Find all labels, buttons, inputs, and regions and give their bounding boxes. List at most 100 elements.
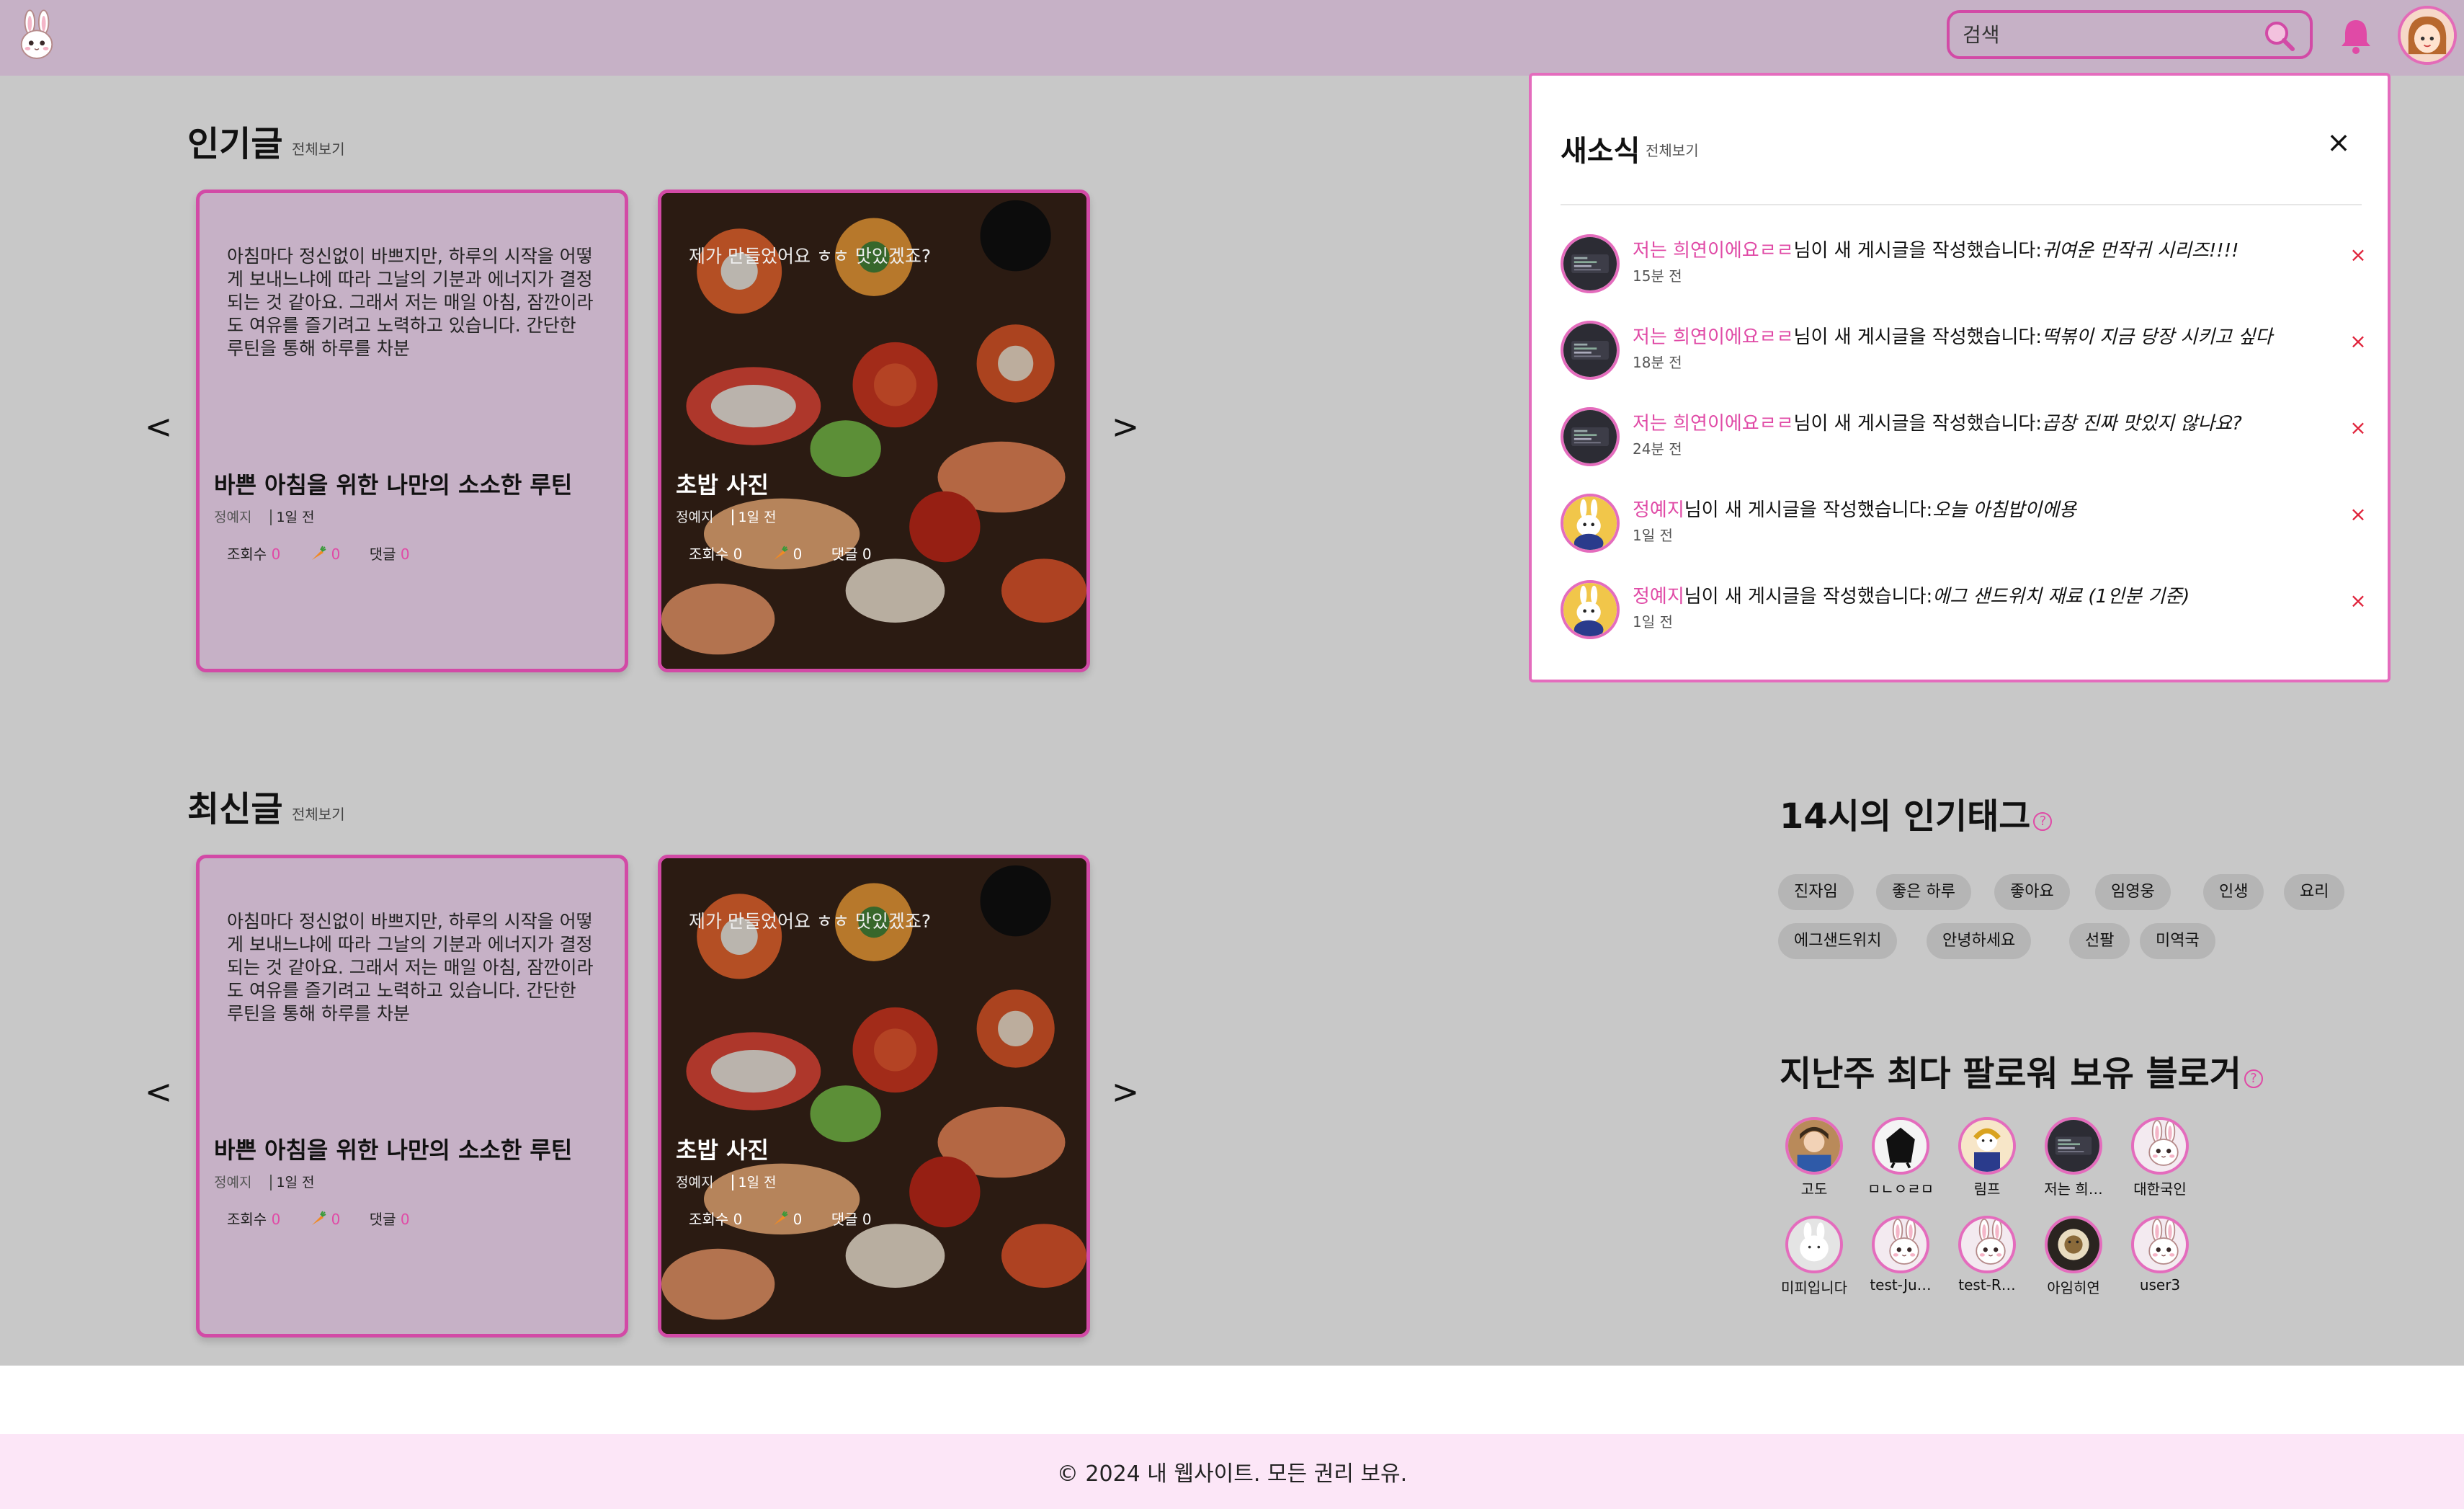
post-time: 1일 전 (732, 1175, 777, 1190)
latest-title: 최신글 (187, 789, 283, 829)
tag-chip[interactable]: 진자임 (1778, 874, 1854, 910)
notification-avatar (1561, 234, 1620, 293)
notification-item[interactable]: 정예지님이 새 게시글을 작성했습니다:에그 샌드위치 재료 (1인분 기준) … (1561, 580, 2367, 652)
notification-post[interactable]: 떡볶이 지금 당장 시키고 싶다 (2042, 326, 2272, 348)
tag-chip[interactable]: 선팔 (2069, 923, 2130, 959)
notification-avatar (1561, 494, 1620, 553)
delete-icon[interactable]: × (2347, 502, 2369, 526)
blogger-avatar (1872, 1117, 1929, 1175)
blogger-name: test-Ju… (1870, 1276, 1932, 1294)
help-icon[interactable]: ? (2244, 1069, 2263, 1088)
blogger-item[interactable]: user3 (2117, 1216, 2203, 1294)
divider (1561, 204, 2362, 205)
tag-chip[interactable]: 안녕하세요 (1927, 923, 2032, 959)
blogger-avatar (1785, 1117, 1843, 1175)
post-stats: 조회수 0 0 댓글 0 (227, 543, 434, 564)
notification-post[interactable]: 오늘 아침밥이에용 (1932, 499, 2076, 521)
latest-next-button[interactable]: > (1111, 1072, 1140, 1111)
post-card[interactable]: 아침마다 정신없이 바쁘지만, 하루의 시작을 어떻게 보내느냐에 따라 그날의… (196, 855, 628, 1337)
notification-panel: 새소식 전체보기 × 저는 희연이에요ㄹㄹ님이 새 게시글을 작성했습니다:귀여… (1529, 73, 2391, 682)
notification-text: 저는 희연이에요ㄹㄹ님이 새 게시글을 작성했습니다:곱창 진짜 맛있지 않나요… (1633, 409, 2242, 435)
bunny-logo-icon[interactable] (16, 7, 58, 68)
tag-chip[interactable]: 임영웅 (2095, 874, 2171, 910)
notification-user[interactable]: 정예지 (1633, 586, 1684, 607)
post-time: 1일 전 (270, 1175, 315, 1190)
notification-item[interactable]: 저는 희연이에요ㄹㄹ님이 새 게시글을 작성했습니다:귀여운 먼작귀 시리즈!!… (1561, 234, 2367, 306)
blogger-avatar (2045, 1117, 2102, 1175)
close-icon[interactable]: × (2324, 126, 2353, 159)
blogger-item[interactable]: 저는 희… (2030, 1117, 2117, 1198)
popular-prev-button[interactable]: < (144, 407, 173, 446)
popular-more-link[interactable]: 전체보기 (292, 138, 345, 159)
delete-icon[interactable]: × (2347, 243, 2369, 267)
post-card[interactable]: 아침마다 정신없이 바쁘지만, 하루의 시작을 어떻게 보내느냐에 따라 그날의… (196, 190, 628, 672)
latest-prev-button[interactable]: < (144, 1072, 173, 1111)
search-icon[interactable] (2262, 19, 2297, 53)
notification-post[interactable]: 귀여운 먼작귀 시리즈!!!! (2042, 240, 2239, 262)
delete-icon[interactable]: × (2347, 589, 2369, 613)
tag-chip[interactable]: 미역국 (2140, 923, 2215, 959)
notification-post[interactable]: 곱창 진짜 맛있지 않나요? (2042, 413, 2242, 435)
tag-chip[interactable]: 요리 (2284, 874, 2345, 910)
tag-chip[interactable]: 에그샌드위치 (1778, 923, 1898, 959)
footer: © 2024 내 웹사이트. 모든 권리 보유. (0, 1434, 2464, 1509)
tag-chip[interactable]: 인생 (2203, 874, 2264, 910)
latest-more-link[interactable]: 전체보기 (292, 803, 345, 824)
tags-title-text: 14시의 인기태그 (1780, 796, 2031, 837)
blogger-name: 미피입니다 (1781, 1279, 1847, 1296)
blogger-item[interactable]: 대한국인 (2117, 1117, 2203, 1198)
notification-avatar (1561, 407, 1620, 466)
blogger-name: 저는 희… (2044, 1180, 2103, 1198)
notification-user[interactable]: 저는 희연이에요ㄹㄹ (1633, 413, 1794, 435)
bell-icon[interactable] (2337, 16, 2375, 56)
notification-time: 1일 전 (1633, 527, 1673, 544)
notification-more-link[interactable]: 전체보기 (1646, 139, 1699, 160)
tag-chip[interactable]: 좋아요 (1994, 874, 2070, 910)
notification-item[interactable]: 정예지님이 새 게시글을 작성했습니다:오늘 아침밥이에용 1일 전 × (1561, 494, 2367, 566)
post-meta: 정예지 1일 전 (214, 1172, 315, 1191)
carrot-icon (310, 545, 327, 562)
post-card[interactable]: 제가 만들었어요 ㅎㅎ 맛있겠죠? 초밥 사진 정예지 1일 전 조회수 0 0 … (658, 855, 1090, 1337)
blogger-avatar (1958, 1216, 2016, 1273)
notification-user[interactable]: 정예지 (1633, 499, 1684, 521)
blogger-item[interactable]: 고도 (1771, 1117, 1857, 1198)
notification-time: 24분 전 (1633, 440, 1682, 458)
blogger-name: 대한국인 (2133, 1180, 2187, 1198)
blogger-item[interactable]: ㅁㄴㅇㄹㅁ (1857, 1117, 1944, 1198)
post-author: 정예지 (214, 1175, 252, 1190)
popular-next-button[interactable]: > (1111, 407, 1140, 446)
post-title: 바쁜 아침을 위한 나만의 소소한 루틴 (214, 471, 573, 499)
blogger-avatar (1872, 1216, 1929, 1273)
notification-item[interactable]: 저는 희연이에요ㄹㄹ님이 새 게시글을 작성했습니다:곱창 진짜 맛있지 않나요… (1561, 407, 2367, 479)
blogger-avatar (2131, 1117, 2189, 1175)
comments-label: 댓글 (369, 1211, 396, 1228)
views-label: 조회수 (689, 546, 729, 563)
post-card[interactable]: 제가 만들었어요 ㅎㅎ 맛있겠죠? 초밥 사진 정예지 1일 전 조회수 0 0 … (658, 190, 1090, 672)
post-title: 초밥 사진 (676, 1136, 769, 1164)
popular-title: 인기글 (187, 124, 283, 164)
post-time: 1일 전 (732, 509, 777, 525)
blogger-item[interactable]: 미피입니다 (1771, 1216, 1857, 1297)
blogger-name: 아임히연 (2047, 1279, 2100, 1296)
user-avatar[interactable] (2398, 6, 2457, 65)
tag-chip[interactable]: 좋은 하루 (1876, 874, 1971, 910)
blogger-item[interactable]: test-R… (1944, 1216, 2030, 1294)
notification-action: 님이 새 게시글을 작성했습니다: (1793, 240, 2043, 262)
help-icon[interactable]: ? (2033, 812, 2053, 831)
blogger-item[interactable]: 림프 (1944, 1117, 2030, 1198)
notification-item[interactable]: 저는 희연이에요ㄹㄹ님이 새 게시글을 작성했습니다:떡볶이 지금 당장 시키고… (1561, 321, 2367, 393)
blogger-item[interactable]: 아임히연 (2030, 1216, 2117, 1297)
comments-label: 댓글 (831, 1211, 858, 1228)
notification-user[interactable]: 저는 희연이에요ㄹㄹ (1633, 326, 1794, 348)
post-author: 정예지 (676, 1175, 714, 1190)
delete-icon[interactable]: × (2347, 329, 2369, 353)
blogger-item[interactable]: test-Ju… (1857, 1216, 1944, 1294)
post-meta: 정예지 1일 전 (676, 507, 777, 526)
post-author: 정예지 (676, 509, 714, 525)
notification-text: 정예지님이 새 게시글을 작성했습니다:오늘 아침밥이에용 (1633, 495, 2076, 522)
search-input[interactable] (1963, 20, 2244, 49)
comments-count: 0 (862, 546, 872, 563)
notification-user[interactable]: 저는 희연이에요ㄹㄹ (1633, 240, 1794, 262)
notification-post[interactable]: 에그 샌드위치 재료 (1인분 기준) (1932, 586, 2190, 607)
delete-icon[interactable]: × (2347, 416, 2369, 440)
